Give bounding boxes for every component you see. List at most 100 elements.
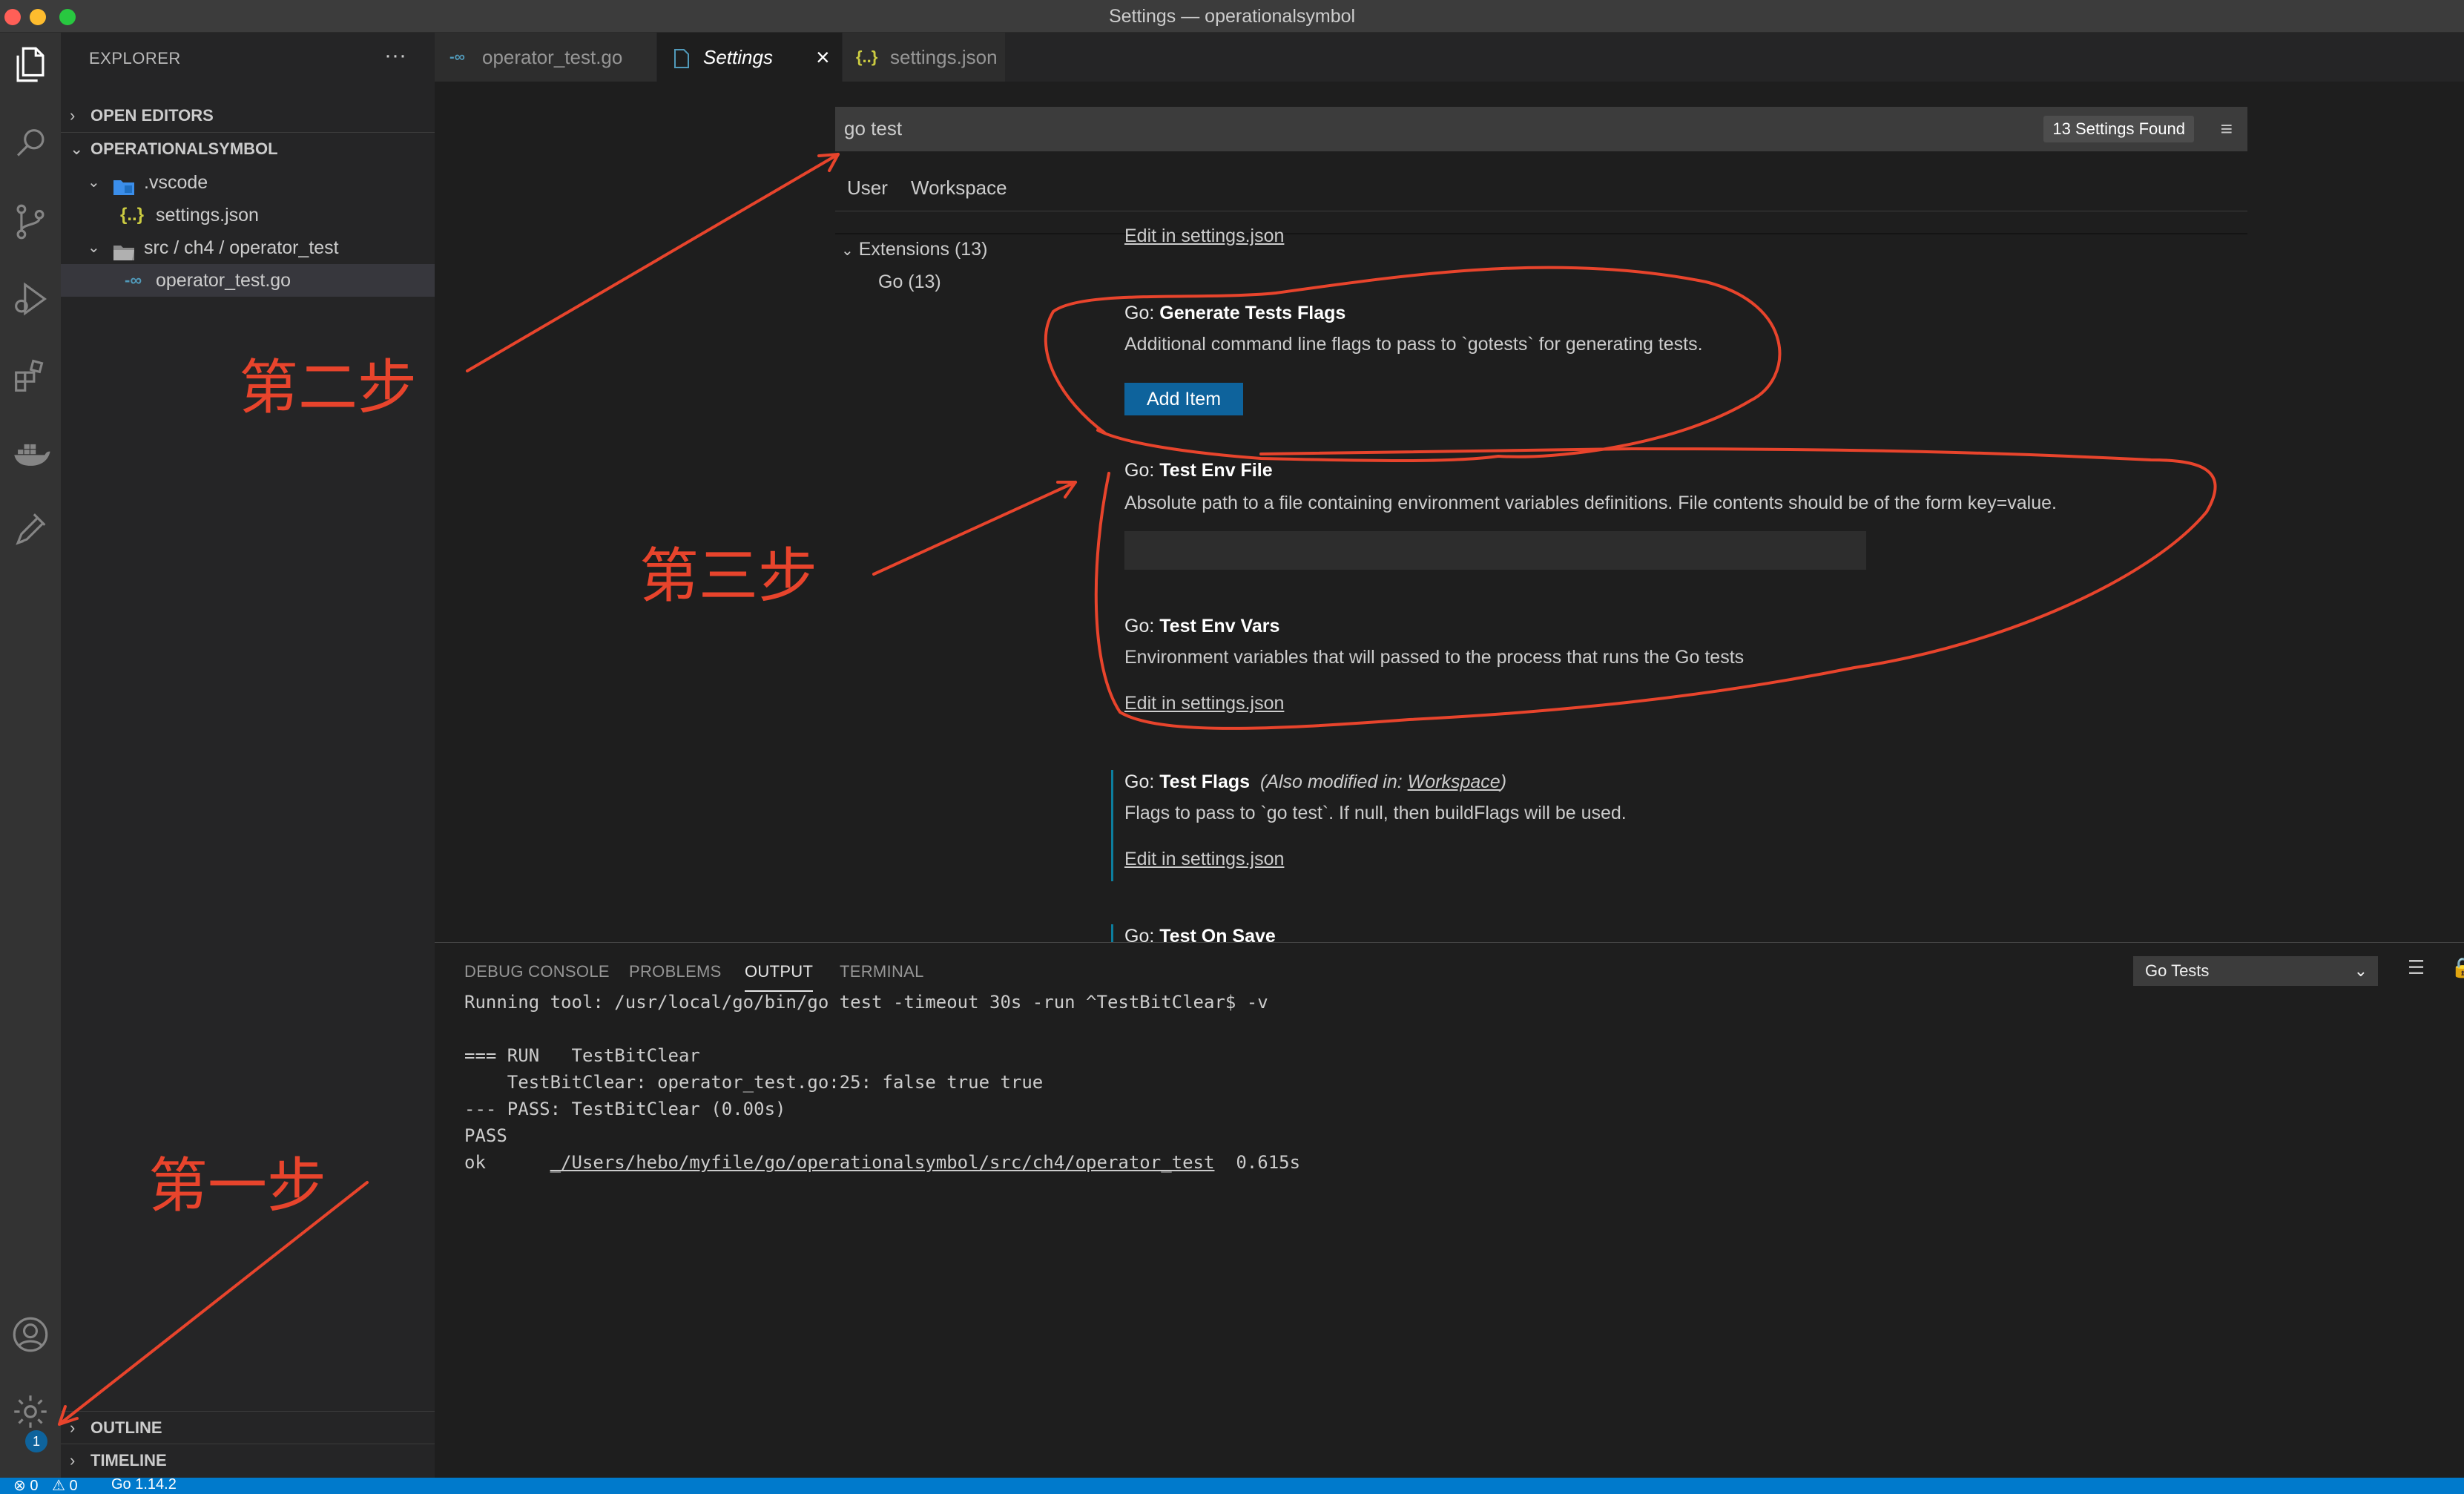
docker-icon[interactable] bbox=[9, 432, 52, 475]
setting-name: Test Flags bbox=[1159, 771, 1251, 792]
setting-prefix: Go: bbox=[1124, 460, 1160, 481]
setting-name: Generate Tests Flags bbox=[1159, 303, 1346, 323]
tree-item-label: settings.json bbox=[156, 205, 259, 226]
timeline-section[interactable]: › TIMELINE bbox=[61, 1444, 435, 1476]
setting-prefix: Go: bbox=[1124, 926, 1160, 942]
scope-tab-user[interactable]: User bbox=[847, 177, 888, 200]
panel-tab-problems[interactable]: PROBLEMS bbox=[629, 962, 722, 981]
run-debug-icon[interactable] bbox=[9, 277, 52, 320]
outline-label: OUTLINE bbox=[90, 1418, 162, 1437]
toc-extensions[interactable]: ⌄ Extensions (13) bbox=[841, 239, 987, 260]
tab-label: settings.json bbox=[890, 46, 998, 68]
timeline-label: TIMELINE bbox=[90, 1451, 167, 1470]
tree-item-settings-json[interactable]: {..} settings.json bbox=[61, 199, 435, 231]
tree-item-vscode-folder[interactable]: ⌄ .vscode bbox=[61, 166, 435, 199]
outline-section[interactable]: › OUTLINE bbox=[61, 1411, 435, 1444]
settings-editor: go test 13 Settings Found ≡ User Workspa… bbox=[435, 82, 2464, 942]
setting-description: Flags to pass to `go test`. If null, the… bbox=[1124, 803, 1627, 823]
search-value: go test bbox=[844, 117, 903, 139]
ok-time: 0.615s bbox=[1214, 1152, 1301, 1173]
files-icon[interactable] bbox=[9, 43, 52, 86]
activity-bar: 1 bbox=[0, 33, 61, 1478]
source-control-icon[interactable] bbox=[9, 200, 52, 243]
modified-indicator bbox=[1111, 924, 1113, 942]
ellipsis-icon[interactable]: ··· bbox=[384, 43, 406, 68]
output-channel-select[interactable]: Go Tests ⌄ bbox=[2133, 956, 2378, 986]
setting-title: Go: Test Env File bbox=[1124, 460, 1273, 481]
search-icon[interactable] bbox=[9, 123, 52, 166]
tab-label: operator_test.go bbox=[482, 46, 623, 68]
annotation-step3: 第三步 bbox=[639, 542, 817, 611]
bottom-panel: DEBUG CONSOLE PROBLEMS OUTPUT TERMINAL G… bbox=[435, 942, 2464, 1478]
go-file-icon: -∞ bbox=[449, 49, 465, 65]
tree-item-operator-test-go[interactable]: -∞ operator_test.go bbox=[61, 264, 435, 297]
output-line: PASS bbox=[464, 1125, 507, 1146]
extensions-icon[interactable] bbox=[9, 355, 52, 398]
tab-settings-json[interactable]: {..} settings.json bbox=[843, 33, 1006, 82]
output-line: --- PASS: TestBitClear (0.00s) bbox=[464, 1099, 786, 1119]
workspace-section[interactable]: ⌄ OPERATIONALSYMBOL bbox=[61, 132, 435, 165]
chevron-down-icon: ⌄ bbox=[841, 243, 854, 259]
setting-title: Go: Test On Save bbox=[1124, 926, 1276, 942]
output-channel-value: Go Tests bbox=[2145, 961, 2210, 980]
settings-search-input[interactable]: go test 13 Settings Found ≡ bbox=[835, 107, 2247, 151]
tree-item-label: operator_test.go bbox=[156, 270, 291, 291]
panel-tab-debug-console[interactable]: DEBUG CONSOLE bbox=[464, 962, 610, 981]
output-line: Running tool: /usr/local/go/bin/go test … bbox=[464, 992, 1268, 1013]
chevron-down-icon: ⌄ bbox=[88, 174, 100, 191]
setting-name: Test On Save bbox=[1159, 926, 1276, 942]
tab-close-icon[interactable]: × bbox=[816, 33, 830, 82]
output-line: TestBitClear: operator_test.go:25: false… bbox=[464, 1072, 1044, 1093]
test-env-file-input[interactable] bbox=[1124, 531, 1866, 570]
settings-found-count: 13 Settings Found bbox=[2043, 116, 2194, 142]
toc-go[interactable]: Go (13) bbox=[878, 272, 941, 293]
tree-item-label: .vscode bbox=[144, 172, 208, 193]
account-icon[interactable] bbox=[9, 1313, 52, 1356]
gear-icon[interactable] bbox=[9, 1390, 52, 1433]
annotation-step2: 第二步 bbox=[239, 353, 417, 422]
errors-count[interactable]: ⊗ 0 bbox=[13, 1478, 38, 1494]
lock-scroll-icon[interactable]: 🔒 bbox=[2451, 956, 2464, 979]
chevron-down-icon: ⌄ bbox=[88, 240, 100, 256]
ok-prefix: ok bbox=[464, 1152, 550, 1173]
clear-filter-icon[interactable]: ≡ bbox=[2221, 117, 2233, 141]
clear-output-icon[interactable]: ☰ bbox=[2408, 956, 2425, 979]
setting-description: Absolute path to a file containing envir… bbox=[1124, 493, 2057, 513]
status-bar: ⊗ 0 ⚠ 0 Go 1.14.2 bbox=[0, 1478, 2464, 1494]
toc-extensions-label: Extensions (13) bbox=[858, 239, 988, 260]
edit-in-settings-json-link[interactable]: Edit in settings.json bbox=[1124, 693, 1284, 714]
explorer-header: EXPLORER bbox=[89, 49, 181, 68]
ok-path-link[interactable]: _/Users/hebo/myfile/go/operationalsymbol… bbox=[550, 1152, 1215, 1173]
modified-note: (Also modified in: bbox=[1259, 771, 1408, 792]
gear-update-badge: 1 bbox=[25, 1430, 47, 1452]
panel-tab-terminal[interactable]: TERMINAL bbox=[840, 962, 924, 981]
panel-tab-output[interactable]: OUTPUT bbox=[745, 962, 814, 992]
chevron-right-icon: › bbox=[70, 1418, 76, 1437]
scope-tab-workspace[interactable]: Workspace bbox=[911, 177, 1007, 200]
output-line: === RUN TestBitClear bbox=[464, 1045, 700, 1066]
tab-label: Settings bbox=[703, 46, 773, 68]
edit-in-settings-json-link[interactable]: Edit in settings.json bbox=[1124, 849, 1284, 870]
output-line: ok _/Users/hebo/myfile/go/operationalsym… bbox=[464, 1152, 1300, 1173]
modified-note-close: ) bbox=[1500, 771, 1507, 792]
json-file-icon: {..} bbox=[856, 47, 878, 66]
tree-item-label: src / ch4 / operator_test bbox=[144, 237, 339, 258]
window-title: Settings — operationalsymbol bbox=[1108, 6, 1356, 27]
warnings-count[interactable]: ⚠ 0 bbox=[52, 1478, 78, 1494]
go-file-icon: -∞ bbox=[125, 271, 142, 289]
tree-item-src-folder[interactable]: ⌄ src / ch4 / operator_test bbox=[61, 231, 435, 264]
add-item-button[interactable]: Add Item bbox=[1124, 383, 1243, 415]
modified-workspace-link[interactable]: Workspace bbox=[1408, 771, 1501, 792]
testing-flask-icon[interactable] bbox=[9, 509, 52, 552]
edit-in-settings-json-link[interactable]: Edit in settings.json bbox=[1124, 226, 1284, 247]
tab-settings[interactable]: Settings × bbox=[657, 33, 843, 82]
chevron-down-icon: ⌄ bbox=[70, 139, 84, 158]
title-bar: Settings — operationalsymbol bbox=[0, 0, 2464, 33]
setting-prefix: Go: bbox=[1124, 303, 1160, 323]
workspace-label: OPERATIONALSYMBOL bbox=[90, 139, 278, 158]
open-editors-section[interactable]: › OPEN EDITORS bbox=[61, 99, 435, 132]
json-file-icon: {..} bbox=[120, 205, 145, 225]
setting-name: Test Env Vars bbox=[1159, 616, 1280, 636]
go-version[interactable]: Go 1.14.2 bbox=[111, 1478, 177, 1493]
tab-operator-test-go[interactable]: -∞ operator_test.go bbox=[435, 33, 657, 82]
